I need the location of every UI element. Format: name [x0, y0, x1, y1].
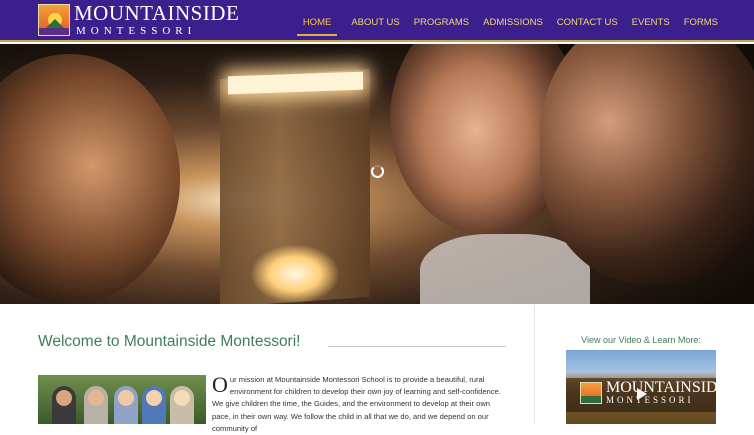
nav-programs[interactable]: PROGRAMS [414, 17, 469, 36]
site-logo[interactable]: MOUNTAINSIDE MONTESSORI [38, 2, 239, 38]
sidebar-divider [534, 305, 535, 424]
nav-events[interactable]: EVENTS [632, 17, 670, 36]
mountain-sun-logo-icon [580, 381, 602, 404]
mission-text: Our mission at Mountainside Montessori S… [212, 374, 510, 435]
nav-admissions[interactable]: ADMISSIONS [483, 17, 543, 36]
logo-text: MOUNTAINSIDE MONTESSORI [74, 3, 239, 37]
mission-paragraph: ur mission at Mountainside Montessori Sc… [212, 375, 501, 433]
mountain-sun-logo-icon [38, 4, 70, 36]
video-logo-subtitle: MONTESSORI [606, 395, 694, 405]
main-nav: HOME ABOUT US PROGRAMS ADMISSIONS CONTAC… [296, 17, 718, 36]
logo-subtitle: MONTESSORI [76, 25, 197, 37]
site-header: MOUNTAINSIDE MONTESSORI HOME ABOUT US PR… [0, 0, 754, 42]
loading-spinner-icon [371, 165, 384, 178]
nav-contact-us[interactable]: CONTACT US [557, 17, 618, 36]
video-caption: View our Video & Learn More: [581, 335, 701, 345]
nav-home[interactable]: HOME [296, 17, 338, 36]
video-logo-title: MOUNTAINSIDE [606, 379, 716, 396]
welcome-heading: Welcome to Mountainside Montessori! [38, 333, 301, 350]
logo-title: MOUNTAINSIDE [74, 1, 240, 25]
nav-forms[interactable]: FORMS [684, 17, 718, 36]
hero-image [0, 44, 754, 304]
play-icon[interactable] [632, 386, 650, 402]
heading-divider [328, 346, 506, 347]
video-thumbnail[interactable]: MOUNTAINSIDE MONTESSORI [566, 350, 716, 424]
children-photo [38, 375, 206, 424]
nav-about-us[interactable]: ABOUT US [351, 17, 399, 36]
drop-cap: O [212, 372, 228, 397]
